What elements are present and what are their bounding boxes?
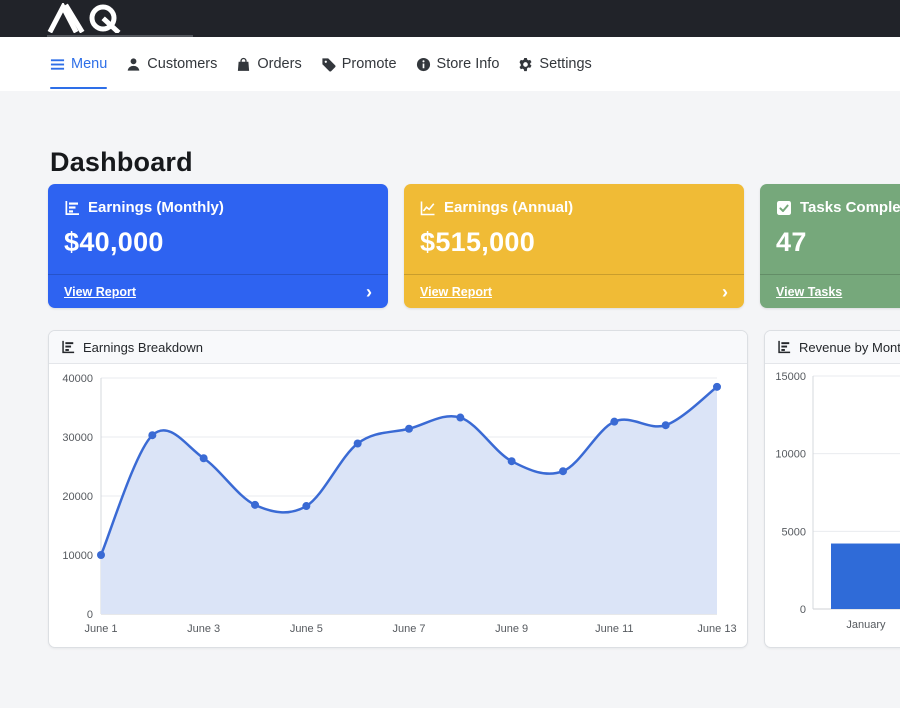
stat-card-title: Earnings (Monthly) (88, 199, 224, 216)
nav-item-label: Settings (539, 56, 591, 72)
stat-card-title: Tasks Completed (800, 199, 900, 216)
nav-item-menu[interactable]: Menu (50, 37, 107, 91)
topbar (0, 0, 900, 37)
nav-item-promote[interactable]: Promote (321, 37, 397, 91)
chart-title: Revenue by Month (799, 340, 900, 355)
stat-card-value: $40,000 (64, 227, 372, 258)
revenue-by-month-card: Revenue by Month 0 5000 10000 15000 January (764, 330, 900, 648)
earnings-breakdown-card: Earnings Breakdown 0 10000 20000 30000 40000… (48, 330, 748, 648)
svg-text:10000: 10000 (775, 449, 806, 461)
svg-text:January: January (846, 619, 886, 631)
svg-text:0: 0 (800, 604, 806, 616)
nav-item-label: Customers (147, 56, 217, 72)
bar-chart-icon (64, 200, 80, 216)
svg-text:40000: 40000 (62, 373, 93, 385)
nav-item-label: Orders (257, 56, 301, 72)
svg-text:10000: 10000 (62, 550, 93, 562)
stat-card-title: Earnings (Annual) (444, 199, 573, 216)
svg-text:June 7: June 7 (392, 623, 425, 635)
svg-text:June 13: June 13 (697, 623, 736, 635)
app-logo[interactable] (47, 3, 135, 33)
svg-text:June 5: June 5 (290, 623, 323, 635)
earnings-breakdown-chart[interactable]: 0 10000 20000 30000 40000 June 1 June 3 June 5 J… (49, 364, 747, 647)
page-title: Dashboard (50, 147, 900, 178)
view-report-link[interactable]: View Report (64, 285, 136, 299)
svg-text:5000: 5000 (782, 526, 806, 538)
nav-item-label: Store Info (437, 56, 500, 72)
hamburger-icon (50, 57, 65, 72)
svg-text:30000: 30000 (62, 432, 93, 444)
view-tasks-link[interactable]: View Tasks (776, 285, 842, 299)
svg-text:0: 0 (87, 609, 93, 621)
svg-text:20000: 20000 (62, 491, 93, 503)
svg-text:15000: 15000 (775, 371, 806, 383)
check-square-icon (776, 200, 792, 216)
svg-text:June 11: June 11 (595, 623, 633, 635)
main-nav: Menu Customers Orders Promote Store Info… (0, 37, 900, 91)
stat-card-earnings-monthly: Earnings (Monthly) $40,000 View Report › (48, 184, 388, 308)
bag-icon (236, 57, 251, 72)
stat-card-tasks-completed: Tasks Completed 47 View Tasks › (760, 184, 900, 308)
bar-chart-icon (61, 340, 75, 354)
stat-card-value: $515,000 (420, 227, 728, 258)
logo-mark-icon (47, 3, 135, 33)
nav-item-orders[interactable]: Orders (236, 37, 301, 91)
svg-text:June 9: June 9 (495, 623, 528, 635)
nav-item-settings[interactable]: Settings (518, 37, 591, 91)
gear-icon (518, 57, 533, 72)
bar-chart-icon (777, 340, 791, 354)
info-icon (416, 57, 431, 72)
chevron-right-icon[interactable]: › (366, 283, 372, 301)
svg-text:June 3: June 3 (187, 623, 220, 635)
chevron-right-icon[interactable]: › (722, 283, 728, 301)
nav-item-customers[interactable]: Customers (126, 37, 217, 91)
person-icon (126, 57, 141, 72)
nav-item-label: Menu (71, 56, 107, 72)
revenue-by-month-chart[interactable]: 0 5000 10000 15000 January (765, 364, 900, 647)
chart-title: Earnings Breakdown (83, 340, 203, 355)
stat-card-value: 47 (776, 227, 900, 258)
svg-text:June 1: June 1 (84, 623, 117, 635)
stat-cards-row: Earnings (Monthly) $40,000 View Report ›… (48, 184, 900, 308)
line-chart-icon (420, 200, 436, 216)
charts-row: Earnings Breakdown 0 10000 20000 30000 40000… (48, 330, 900, 648)
tag-icon (321, 57, 336, 72)
nav-item-label: Promote (342, 56, 397, 72)
stat-card-earnings-annual: Earnings (Annual) $515,000 View Report › (404, 184, 744, 308)
nav-item-store-info[interactable]: Store Info (416, 37, 500, 91)
view-report-link[interactable]: View Report (420, 285, 492, 299)
